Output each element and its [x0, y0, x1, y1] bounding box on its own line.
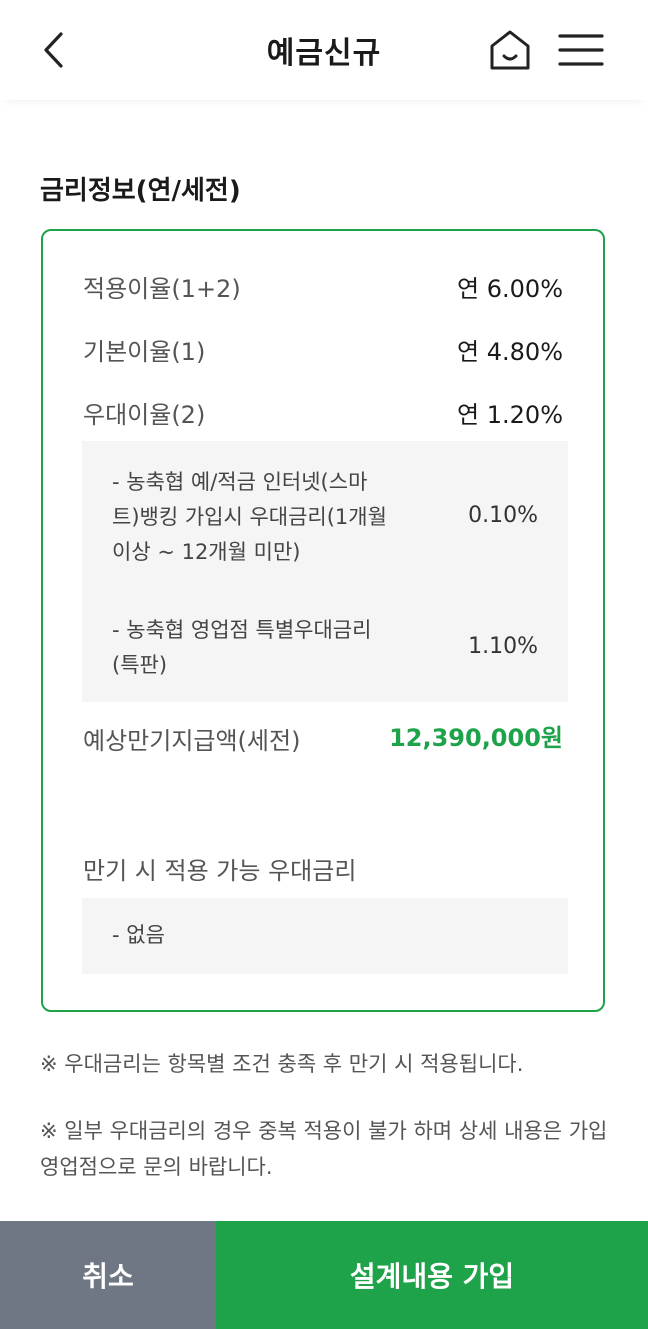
rate-info-box: 적용이율(1+2) 연 6.00% 기본이율(1) 연 4.80% 우대이율(2… — [41, 229, 605, 1012]
notice-text: ※ 일부 우대금리의 경우 중복 적용이 불가 하며 상세 내용은 가입 영업점… — [40, 1119, 608, 1179]
menu-button[interactable] — [556, 26, 606, 74]
preferential-item-value: 1.10% — [468, 634, 538, 659]
preferential-item-value: 0.10% — [468, 503, 538, 528]
applied-rate-label: 적용이율(1+2) — [83, 275, 241, 303]
section-title: 금리정보(연/세전) — [40, 176, 241, 206]
hamburger-menu-icon — [558, 34, 604, 66]
header-bar: 예금신규 — [0, 0, 648, 100]
preferential-rate-row: 우대이율(2) 연 1.20% — [83, 395, 563, 435]
base-rate-label: 기본이율(1) — [83, 338, 206, 366]
maturity-pref-label: 만기 시 적용 가능 우대금리 — [83, 857, 357, 885]
join-button[interactable]: 설계내용 가입 — [216, 1221, 648, 1329]
cancel-button[interactable]: 취소 — [0, 1221, 216, 1329]
base-rate-row: 기본이율(1) 연 4.80% — [83, 332, 563, 372]
maturity-pref-box: - 없음 — [82, 898, 568, 974]
preferential-rate-label: 우대이율(2) — [83, 401, 206, 429]
preferential-item-label: - 농축협 예/적금 인터넷(스마트)뱅킹 가입시 우대금리(1개월 이상 ~ … — [112, 470, 387, 564]
preferential-item-label: - 농축협 영업점 특별우대금리(특판) — [112, 618, 372, 677]
base-rate-value: 연 4.80% — [457, 338, 563, 366]
notice-text: ※ 우대금리는 항목별 조건 충족 후 만기 시 적용됩니다. — [40, 1052, 524, 1076]
preferential-rate-value: 연 1.20% — [457, 401, 563, 429]
home-button[interactable] — [486, 26, 534, 74]
maturity-amount-value: 12,390,000원 — [389, 724, 563, 752]
maturity-amount-label: 예상만기지급액(세전) — [83, 727, 301, 755]
bottom-action-bar: 취소 설계내용 가입 — [0, 1221, 648, 1329]
page-title: 예금신규 — [266, 36, 382, 71]
applied-rate-row: 적용이율(1+2) 연 6.00% — [83, 269, 563, 309]
applied-rate-value: 연 6.00% — [457, 275, 563, 303]
maturity-pref-item: - 없음 — [112, 923, 165, 947]
home-icon — [490, 30, 530, 70]
preferential-detail-box: - 농축협 예/적금 인터넷(스마트)뱅킹 가입시 우대금리(1개월 이상 ~ … — [82, 441, 568, 702]
